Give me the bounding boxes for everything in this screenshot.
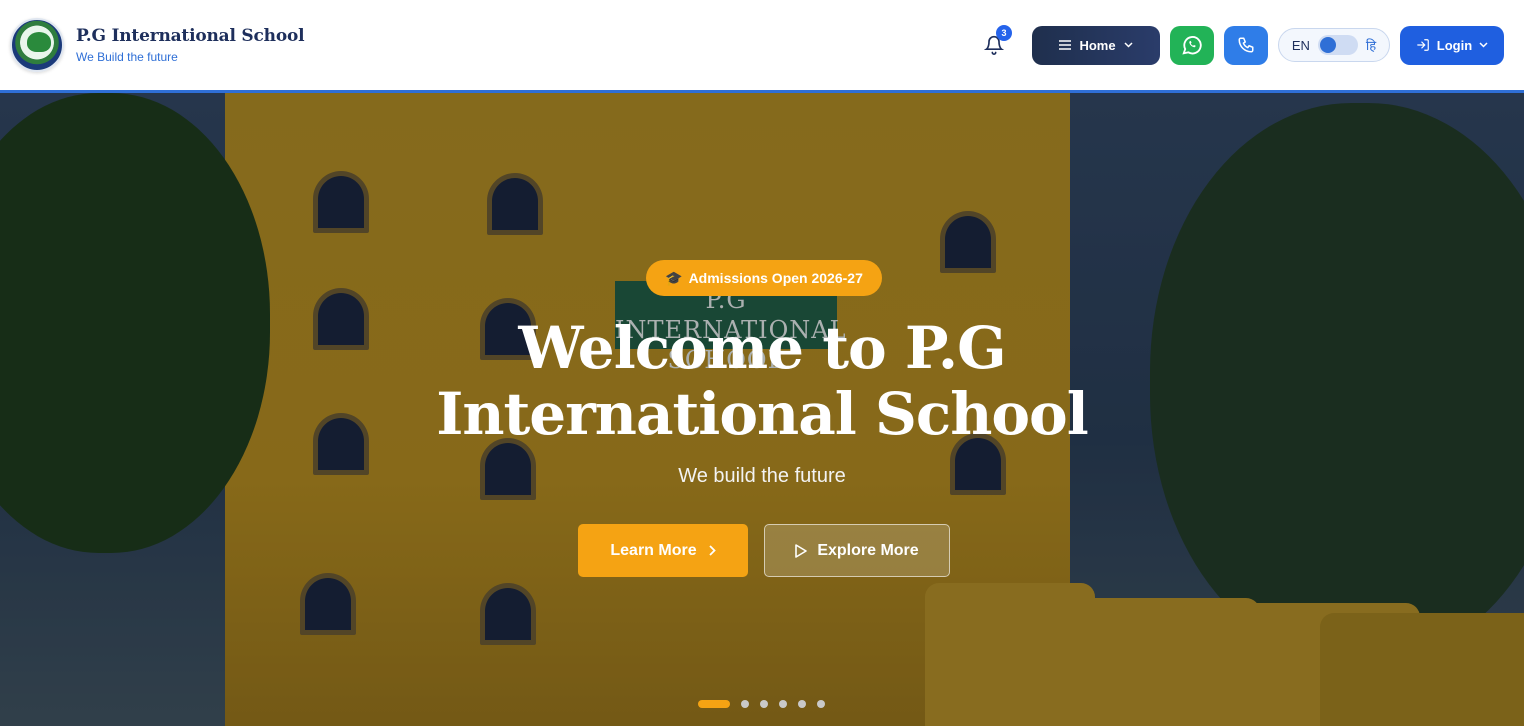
play-icon <box>795 543 808 558</box>
header-nav: 3 Home EN हि Login <box>974 25 1504 65</box>
brand[interactable]: P.G International School We Build the fu… <box>10 18 305 72</box>
hero-title-line1: Welcome to P.G <box>518 314 1006 382</box>
home-menu-button[interactable]: Home <box>1032 25 1160 65</box>
login-button[interactable]: Login <box>1400 25 1504 65</box>
hero-banner: P.G INTERNATIONAL SCHOOL 🎓 Admissions Op… <box>0 93 1524 726</box>
learn-more-label: Learn More <box>610 541 697 559</box>
brand-tagline: We Build the future <box>76 50 178 64</box>
whatsapp-icon <box>1182 36 1202 55</box>
lang-hi-label: हि <box>1365 38 1377 53</box>
brand-title: P.G International School <box>76 26 305 46</box>
explore-more-button[interactable]: Explore More <box>764 524 950 577</box>
language-switch[interactable] <box>1317 35 1358 55</box>
chevron-down-icon <box>1124 42 1133 48</box>
language-toggle[interactable]: EN हि <box>1278 28 1390 62</box>
lang-en-label: EN <box>1291 37 1310 53</box>
hero-subtitle: We build the future <box>678 465 846 487</box>
carousel-indicators <box>698 700 825 708</box>
menu-icon <box>1059 40 1072 50</box>
school-logo[interactable] <box>10 18 64 72</box>
carousel-dot[interactable] <box>741 700 749 708</box>
learn-more-button[interactable]: Learn More <box>578 524 748 577</box>
notifications-button[interactable]: 3 <box>974 25 1014 65</box>
site-header: P.G International School We Build the fu… <box>0 0 1524 93</box>
hero-title-line2: International School <box>436 380 1089 448</box>
notification-count-badge: 3 <box>996 25 1012 41</box>
call-button[interactable] <box>1224 25 1268 65</box>
graduation-cap-icon: 🎓 <box>665 269 683 286</box>
carousel-dot[interactable] <box>798 700 806 708</box>
admissions-badge[interactable]: 🎓 Admissions Open 2026-27 <box>646 260 882 296</box>
home-label: Home <box>1079 37 1116 53</box>
login-icon <box>1416 39 1429 51</box>
hero-title: Welcome to P.G International School <box>262 315 1262 447</box>
login-label: Login <box>1436 37 1473 53</box>
brand-text: P.G International School We Build the fu… <box>76 26 305 64</box>
whatsapp-button[interactable] <box>1170 25 1214 65</box>
carousel-dot[interactable] <box>698 700 730 708</box>
carousel-dot[interactable] <box>760 700 768 708</box>
carousel-dot[interactable] <box>779 700 787 708</box>
chevron-right-icon <box>708 545 716 556</box>
chevron-down-icon <box>1479 42 1488 48</box>
carousel-dot[interactable] <box>817 700 825 708</box>
admissions-badge-label: Admissions Open 2026-27 <box>688 270 863 286</box>
explore-more-label: Explore More <box>817 541 919 559</box>
phone-icon <box>1238 37 1254 53</box>
